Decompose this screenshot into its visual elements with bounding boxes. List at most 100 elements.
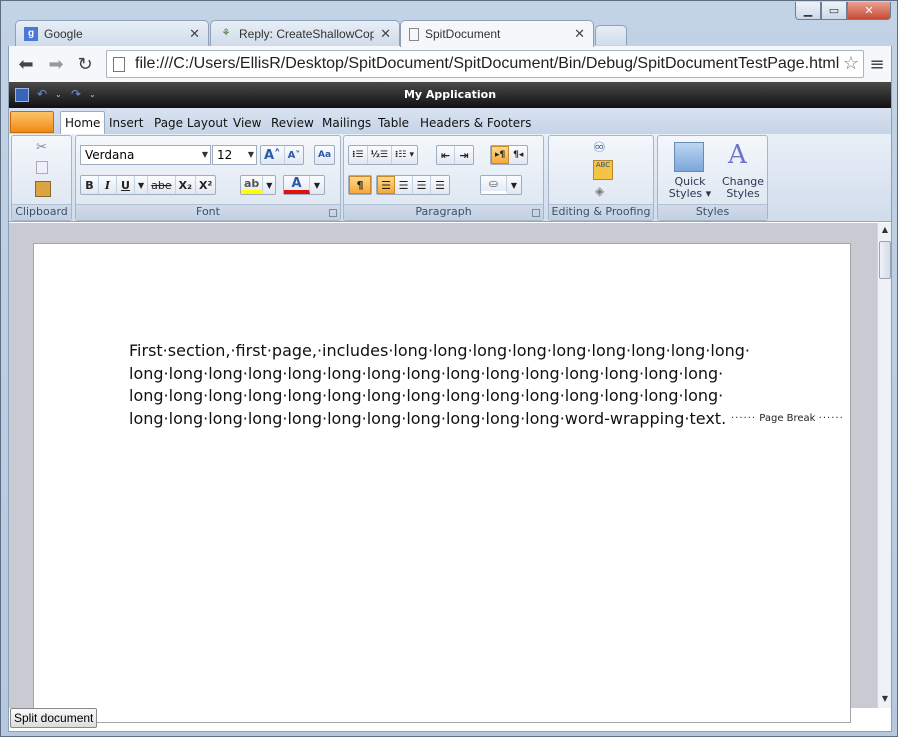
paragraph-group: ⁝☰ ½☰ ⁝☷ ▾ ⇤ ⇥ ▸¶ ¶◂ ¶ ☰ ☰ ☰ ☰ ⛀ ▼ Parag… bbox=[343, 135, 544, 221]
pilcrow-icon[interactable]: ¶ bbox=[349, 176, 371, 194]
numbering-icon[interactable]: ½☰ bbox=[368, 146, 392, 164]
page-break-marker: ······ Page Break ······ bbox=[731, 413, 844, 424]
font-color-dropdown-icon[interactable]: ▼ bbox=[310, 176, 324, 194]
new-tab-button[interactable] bbox=[595, 25, 627, 45]
scrollbar-thumb[interactable] bbox=[879, 241, 891, 279]
document-text[interactable]: First·section,·first·page,·includes·long… bbox=[129, 340, 769, 430]
spellcheck-icon[interactable]: ABC bbox=[593, 160, 613, 180]
bullets-icon[interactable]: ⁝☰ bbox=[349, 146, 368, 164]
group-label: Styles bbox=[658, 204, 767, 220]
underline-dropdown-icon[interactable]: ▼ bbox=[135, 176, 149, 194]
change-case-icon[interactable]: Aa bbox=[315, 146, 334, 164]
font-dialog-launcher-icon[interactable] bbox=[329, 209, 337, 217]
align-center-icon[interactable]: ☰ bbox=[395, 176, 413, 194]
tab-table[interactable]: Table bbox=[374, 111, 413, 134]
copy-icon[interactable] bbox=[36, 161, 48, 174]
close-tab-icon[interactable]: ✕ bbox=[189, 26, 200, 42]
maximize-icon[interactable]: ▭ bbox=[821, 2, 847, 20]
url-text: file:///C:/Users/EllisR/Desktop/SpitDocu… bbox=[135, 55, 840, 72]
bold-button[interactable]: B bbox=[81, 176, 99, 194]
superscript-button[interactable]: X² bbox=[196, 176, 215, 194]
shading-dropdown-icon[interactable]: ▼ bbox=[507, 176, 521, 194]
cut-icon[interactable]: ✂ bbox=[36, 140, 47, 155]
forward-arrow-icon[interactable]: ➡ bbox=[44, 53, 68, 75]
menu-icon[interactable]: ≡ bbox=[865, 53, 889, 75]
paragraph-dialog-launcher-icon[interactable] bbox=[532, 209, 540, 217]
highlight-icon[interactable]: ab bbox=[241, 176, 264, 194]
tab-title: SpitDocument bbox=[425, 27, 501, 41]
quick-styles-button[interactable]: Quick Styles ▾ bbox=[662, 176, 718, 200]
bookmark-star-icon[interactable]: ☆ bbox=[843, 53, 859, 74]
vertical-scrollbar[interactable]: ▲ ▼ bbox=[877, 223, 891, 708]
tab-mailings[interactable]: Mailings bbox=[318, 111, 375, 134]
font-size-combo[interactable]: 12 ▼ bbox=[212, 145, 257, 165]
rtl-icon[interactable]: ¶◂ bbox=[509, 146, 527, 164]
close-tab-icon[interactable]: ✕ bbox=[574, 26, 585, 42]
shading-icon[interactable]: ⛀ bbox=[481, 176, 507, 194]
text-line[interactable]: long·long·long·long·long·long·long·long·… bbox=[129, 385, 769, 408]
ltr-icon[interactable]: ▸¶ bbox=[491, 146, 510, 164]
align-right-icon[interactable]: ☰ bbox=[413, 176, 431, 194]
font-name-value: Verdana bbox=[85, 148, 135, 162]
indent-buttons: ⇤ ⇥ bbox=[436, 145, 474, 165]
text-line[interactable]: long·long·long·long·long·long·long·long·… bbox=[129, 363, 769, 386]
shading: ⛀ ▼ bbox=[480, 175, 522, 195]
multilevel-list-icon[interactable]: ⁝☷ ▾ bbox=[392, 146, 417, 164]
browser-tab-google[interactable]: g Google ✕ bbox=[15, 20, 209, 46]
text-line[interactable]: long·long·long·long·long·long·long·long·… bbox=[129, 408, 769, 431]
reload-icon[interactable]: ↻ bbox=[73, 53, 97, 75]
justify-icon[interactable]: ☰ bbox=[431, 176, 449, 194]
font-color-icon[interactable]: A bbox=[284, 176, 310, 194]
scroll-up-icon[interactable]: ▲ bbox=[878, 225, 892, 239]
tab-view[interactable]: View bbox=[229, 111, 265, 134]
document-area[interactable]: First·section,·first·page,·includes·long… bbox=[9, 223, 891, 723]
tab-home[interactable]: Home bbox=[60, 111, 106, 134]
text-line[interactable]: First·section,·first·page,·includes·long… bbox=[129, 340, 769, 363]
subscript-button[interactable]: X₂ bbox=[176, 176, 196, 194]
tab-page-layout[interactable]: Page Layout bbox=[150, 111, 232, 134]
app-title-bar: ↶ ⌄ ↷ ⌄ My Application bbox=[9, 82, 891, 108]
clipboard-group: ✂ Clipboard bbox=[11, 135, 72, 221]
back-arrow-icon[interactable]: ⬅ bbox=[14, 53, 38, 75]
find-binoculars-icon[interactable]: ♾ bbox=[593, 140, 606, 156]
split-document-button[interactable]: Split document bbox=[10, 708, 98, 728]
paste-icon[interactable] bbox=[35, 181, 51, 197]
browser-tab-reply[interactable]: ⚘ Reply: CreateShallowCopy ✕ bbox=[210, 20, 400, 46]
group-label: Clipboard bbox=[12, 204, 71, 220]
application-menu-button[interactable] bbox=[10, 111, 54, 133]
font-name-combo[interactable]: Verdana ▼ bbox=[80, 145, 211, 165]
font-grow-shrink: A˄ A˅ bbox=[260, 145, 305, 165]
close-window-icon[interactable]: ✕ bbox=[847, 2, 891, 20]
shrink-font-icon[interactable]: A˅ bbox=[285, 146, 304, 164]
browser-tab-spitdocument[interactable]: SpitDocument ✕ bbox=[400, 20, 594, 47]
font-color: A ▼ bbox=[283, 175, 325, 195]
group-label: Font bbox=[76, 204, 340, 220]
tab-headers-footers[interactable]: Headers & Footers bbox=[416, 111, 535, 134]
group-label: Paragraph bbox=[344, 204, 543, 220]
document-page[interactable]: First·section,·first·page,·includes·long… bbox=[33, 243, 851, 723]
alignment-buttons: ☰ ☰ ☰ ☰ bbox=[376, 175, 450, 195]
underline-button[interactable]: U bbox=[117, 176, 135, 194]
change-styles-button[interactable]: Change Styles bbox=[718, 176, 768, 200]
close-tab-icon[interactable]: ✕ bbox=[380, 26, 391, 42]
highlight-dropdown-icon[interactable]: ▼ bbox=[263, 176, 275, 194]
application-area: ↶ ⌄ ↷ ⌄ My Application Home Insert Page … bbox=[8, 82, 892, 732]
strikethrough-button[interactable]: abe bbox=[148, 176, 176, 194]
address-bar[interactable]: file:///C:/Users/EllisR/Desktop/SpitDocu… bbox=[106, 50, 864, 78]
italic-button[interactable]: I bbox=[99, 176, 117, 194]
align-left-icon[interactable]: ☰ bbox=[377, 176, 395, 194]
minimize-icon[interactable]: ▁ bbox=[795, 2, 821, 20]
tab-insert[interactable]: Insert bbox=[105, 111, 147, 134]
change-case: Aa bbox=[314, 145, 336, 165]
page-icon bbox=[113, 56, 125, 72]
tab-review[interactable]: Review bbox=[267, 111, 318, 134]
group-label: Editing & Proofing bbox=[549, 204, 653, 220]
quick-styles-icon bbox=[674, 142, 704, 172]
chevron-down-icon: ▼ bbox=[201, 150, 208, 159]
eraser-icon[interactable]: ◈ bbox=[595, 184, 604, 198]
decrease-indent-icon[interactable]: ⇤ bbox=[437, 146, 455, 164]
list-buttons: ⁝☰ ½☰ ⁝☷ ▾ bbox=[348, 145, 419, 165]
grow-font-icon[interactable]: A˄ bbox=[261, 146, 285, 164]
scroll-down-icon[interactable]: ▼ bbox=[878, 694, 892, 708]
increase-indent-icon[interactable]: ⇥ bbox=[455, 146, 473, 164]
